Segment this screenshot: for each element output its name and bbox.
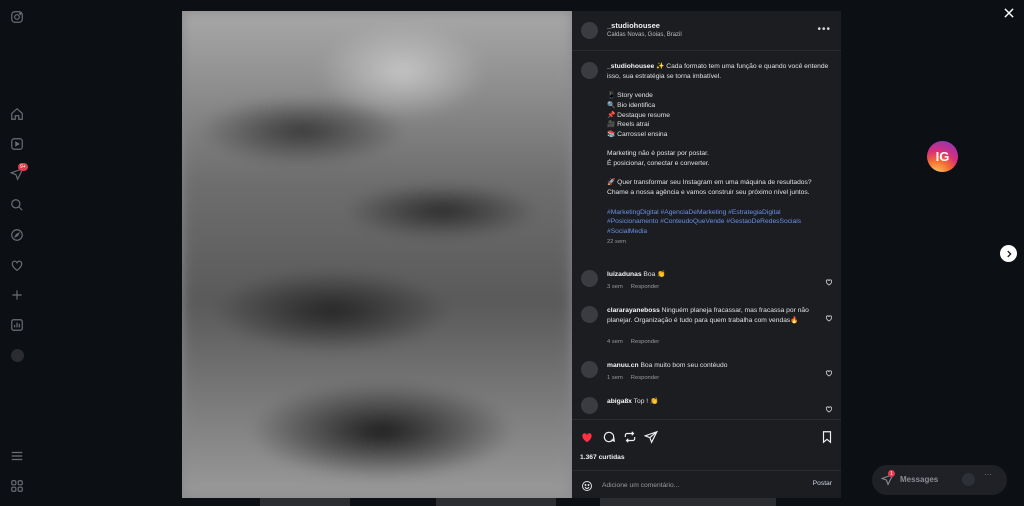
comment-meta: 4 sem Responder: [607, 339, 667, 345]
comment-body: Boa 👏: [643, 271, 666, 278]
comment-like-icon[interactable]: [825, 309, 833, 322]
background-thumbnail: [436, 498, 556, 506]
menu-icon[interactable]: [10, 449, 24, 463]
comment-text: clararayaneboss Ninguém planeja fracassa…: [607, 306, 817, 326]
caption-avatar[interactable]: [581, 62, 598, 79]
ig-extension-badge[interactable]: IG: [927, 141, 958, 172]
messages-more-icon[interactable]: ⋯: [984, 470, 992, 479]
comment-item: abiga8x Top ! 👏: [572, 397, 841, 419]
messages-avatar: [962, 473, 975, 486]
repost-icon[interactable]: [623, 430, 637, 444]
comment-meta: 1 sem Responder: [607, 375, 667, 381]
post-caption: _studiohousee ✨ Cada formato tem uma fun…: [607, 62, 829, 247]
caption-list: 📱 Story vende 🔍 Bio identifica 📌 Destaqu…: [607, 92, 670, 138]
reply-button[interactable]: Responder: [631, 284, 659, 290]
create-icon[interactable]: [10, 288, 24, 302]
comment-like-icon[interactable]: [825, 400, 833, 413]
home-icon[interactable]: [10, 107, 24, 121]
author-username[interactable]: _studiohousee: [607, 21, 660, 30]
reply-button[interactable]: Responder: [631, 375, 659, 381]
likes-count[interactable]: 1.367 curtidas: [580, 454, 625, 461]
comment-text: manuu.cn Boa muito bom seu contéudo: [607, 361, 817, 371]
messages-label: Messages: [900, 475, 939, 484]
caption-paragraph-3: 🚀 Quer transformar seu Instagram em uma …: [607, 179, 812, 197]
explore-icon[interactable]: [10, 228, 24, 242]
comment-username[interactable]: luizadunas: [607, 271, 642, 278]
comment-meta: 3 sem Responder: [607, 284, 667, 290]
save-icon[interactable]: [820, 430, 834, 444]
post-header: _studiohousee Caldas Novas, Goias, Brazi…: [572, 11, 841, 51]
post-actions: 1.367 curtidas: [572, 419, 841, 469]
comment-username[interactable]: clararayaneboss: [607, 307, 660, 314]
comment-item: luizadunas Boa 👏 3 sem Responder: [572, 270, 841, 300]
comment-age: 4 sem: [607, 339, 623, 345]
messages-icon[interactable]: 9+: [10, 163, 28, 181]
commenter-avatar[interactable]: [581, 361, 598, 378]
next-post-button[interactable]: [1000, 245, 1017, 262]
commenter-avatar[interactable]: [581, 270, 598, 287]
post-location[interactable]: Caldas Novas, Goias, Brazil: [607, 32, 682, 38]
caption-paragraph-2: Marketing não é postar por postar. É pos…: [607, 150, 710, 168]
comment-input[interactable]: [602, 477, 792, 493]
comment-text: abiga8x Top ! 👏: [607, 397, 817, 407]
left-nav: 9+: [0, 0, 34, 506]
notification-badge: 9+: [18, 163, 28, 171]
post-panel: _studiohousee Caldas Novas, Goias, Brazi…: [572, 11, 841, 498]
commenter-avatar[interactable]: [581, 397, 598, 414]
commenter-avatar[interactable]: [581, 306, 598, 323]
meta-icon[interactable]: [10, 479, 24, 493]
emoji-icon[interactable]: [581, 479, 593, 491]
comment-username[interactable]: abiga8x: [607, 398, 632, 405]
instagram-icon[interactable]: [10, 10, 24, 24]
more-options-icon[interactable]: •••: [817, 24, 831, 35]
share-icon[interactable]: [643, 430, 658, 444]
like-icon[interactable]: [580, 430, 594, 444]
post-media[interactable]: [182, 11, 572, 498]
post-comment-button[interactable]: Postar: [813, 480, 832, 487]
background-thumbnail: [260, 498, 350, 506]
comment-age: 1 sem: [607, 375, 623, 381]
comment-item: manuu.cn Boa muito bom seu contéudo 1 se…: [572, 361, 841, 391]
close-icon[interactable]: [1002, 6, 1016, 20]
author-avatar[interactable]: [581, 22, 598, 39]
comment-like-icon[interactable]: [825, 364, 833, 377]
comment-body: Boa muito bom seu contéudo: [640, 362, 728, 369]
comment-item: clararayaneboss Ninguém planeja fracassa…: [572, 306, 841, 354]
heart-icon[interactable]: [10, 258, 24, 272]
comment-body: Top ! 👏: [633, 398, 659, 405]
messages-dock[interactable]: 1 Messages ⋯: [872, 465, 1007, 495]
search-icon[interactable]: [10, 198, 24, 212]
comments-scroll[interactable]: _studiohousee ✨ Cada formato tem uma fun…: [572, 52, 841, 419]
caption-hashtags[interactable]: #MarketingDigital #AgenciaDeMarketing #E…: [607, 209, 803, 235]
blurred-image: [182, 11, 572, 498]
dashboard-icon[interactable]: [10, 318, 24, 332]
comment-text: luizadunas Boa 👏: [607, 270, 817, 280]
background-thumbnail: [600, 498, 776, 506]
comment-username[interactable]: manuu.cn: [607, 362, 639, 369]
caption-age: 22 sem: [607, 238, 627, 245]
reels-icon[interactable]: [10, 137, 24, 151]
comment-age: 3 sem: [607, 284, 623, 290]
reply-button[interactable]: Responder: [631, 339, 659, 345]
comment-like-icon[interactable]: [825, 273, 833, 286]
messages-badge: 1: [888, 470, 895, 477]
caption-username[interactable]: _studiohousee: [607, 63, 654, 70]
comment-composer: Postar: [572, 470, 841, 498]
profile-icon[interactable]: [10, 348, 24, 362]
comment-icon[interactable]: [602, 430, 616, 444]
